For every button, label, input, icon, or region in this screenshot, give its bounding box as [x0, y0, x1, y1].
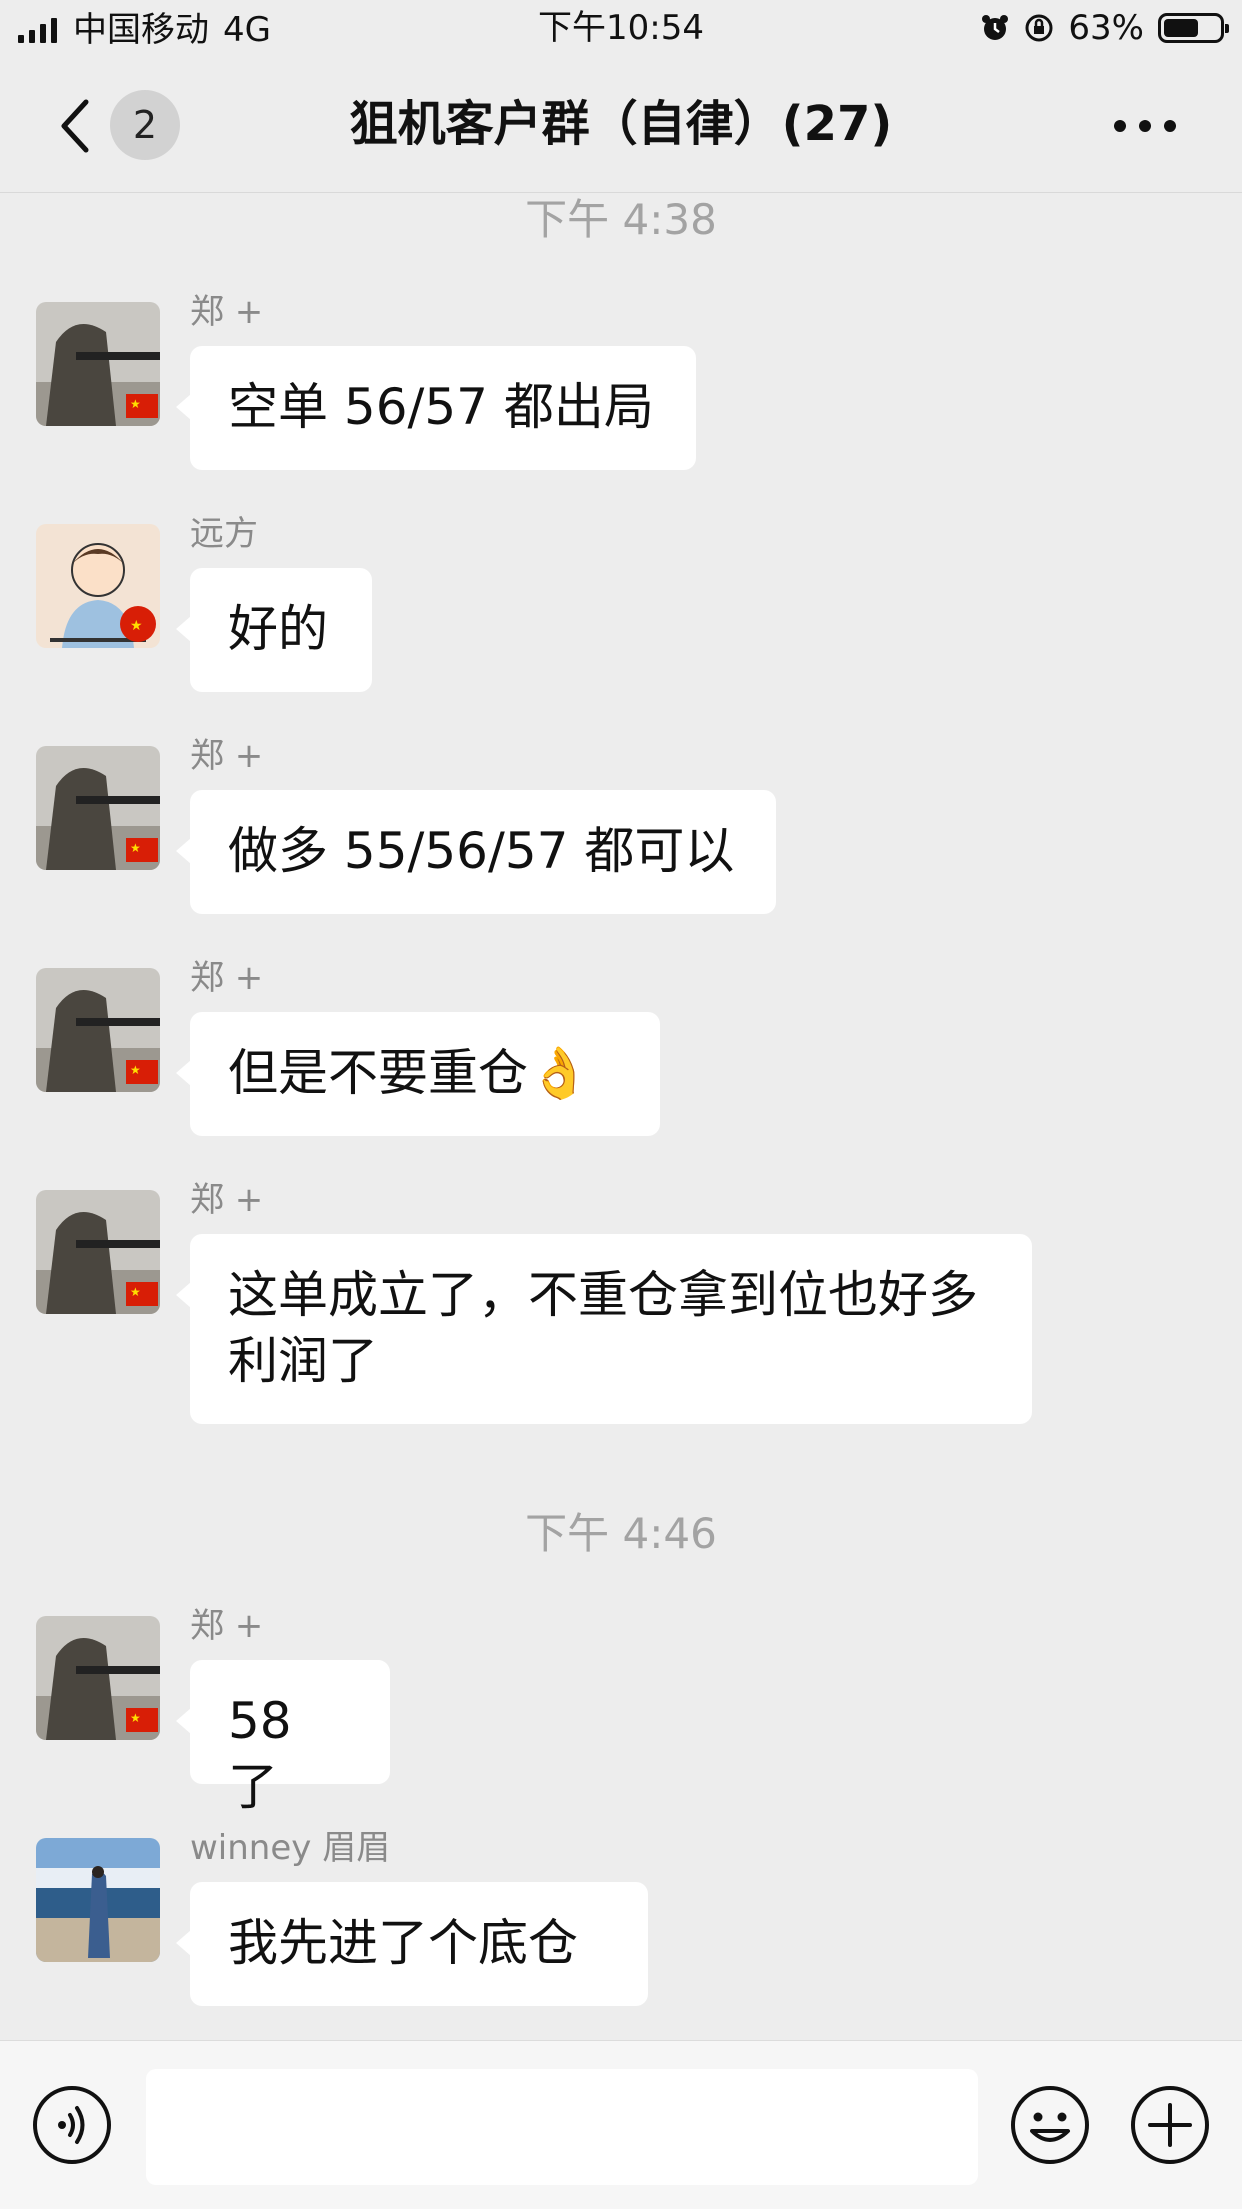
avatar-winney[interactable] [36, 1838, 160, 1962]
battery-icon [1158, 13, 1229, 43]
sender-name: 郑 + [190, 736, 264, 776]
sender-name: 郑 + [190, 292, 264, 332]
avatar-yuanfang[interactable]: ★ [36, 524, 160, 648]
avatar-zheng[interactable]: ★ [36, 746, 160, 870]
avatar-zheng[interactable]: ★ [36, 302, 160, 426]
message-bubble[interactable]: 58 了 [176, 1660, 390, 1816]
svg-text:★: ★ [130, 841, 141, 855]
page-title: 狙机客户群（自律）(27) [349, 96, 893, 152]
avatar-zheng[interactable]: ★ [36, 968, 160, 1092]
timestamp: 下午 4:46 [525, 1509, 717, 1558]
voice-icon[interactable] [32, 2085, 112, 2165]
status-bar: 中国移动 4G 下午10:54 63% [0, 0, 1242, 58]
chat-area[interactable]: 下午 4:38 ★ 郑 + 空单 56/57 都出局 ★ 远方 好的 ★ 郑 +… [0, 192, 1242, 2040]
message-bubble[interactable]: 好的 [176, 568, 372, 692]
message-bubble[interactable]: 做多 55/56/57 都可以 [176, 790, 776, 914]
message-bubble[interactable]: 我先进了个底仓 [176, 1882, 648, 2006]
plus-icon[interactable] [1130, 2085, 1210, 2165]
message-input[interactable] [146, 2069, 978, 2185]
sender-name: winney 眉眉 [190, 1828, 391, 1868]
sender-name: 郑 + [190, 958, 264, 998]
message-bubble[interactable]: 这单成立了，不重仓拿到位也好多利润了 [176, 1234, 1032, 1424]
svg-text:★: ★ [130, 1285, 141, 1299]
svg-text:★: ★ [130, 1711, 141, 1725]
emoji-icon[interactable] [1010, 2085, 1090, 2165]
svg-text:★: ★ [130, 397, 141, 411]
alarm-icon [982, 15, 1009, 40]
avatar-zheng[interactable]: ★ [36, 1190, 160, 1314]
sender-name: 远方 [190, 514, 258, 554]
avatar-zheng[interactable]: ★ [36, 1616, 160, 1740]
orientation-lock-icon [1025, 14, 1053, 42]
chat-header: 2 狙机客户群（自律）(27) [0, 58, 1242, 193]
more-dots-icon[interactable] [1110, 106, 1180, 146]
battery-percent: 63% [1068, 8, 1144, 48]
timestamp: 下午 4:38 [525, 195, 717, 244]
sender-name: 郑 + [190, 1606, 264, 1646]
message-bubble[interactable]: 空单 56/57 都出局 [176, 346, 696, 470]
status-right: 63% [980, 8, 1229, 48]
sender-name: 郑 + [190, 1180, 264, 1220]
svg-text:★: ★ [130, 1063, 141, 1077]
svg-text:★: ★ [130, 618, 143, 634]
message-bubble[interactable]: 但是不要重仓👌 [176, 1012, 660, 1136]
input-bar [0, 2040, 1242, 2209]
